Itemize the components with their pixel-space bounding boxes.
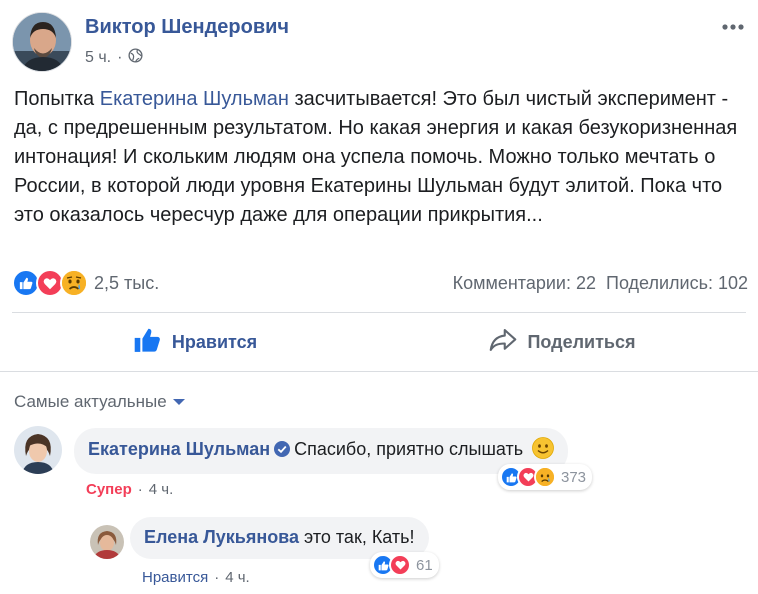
meta-separator: · (117, 49, 123, 66)
like-label: Нравится (171, 331, 258, 352)
comment-text: это так, Кать! (304, 527, 415, 547)
post-text-start: Попытка (14, 88, 100, 110)
like-comment-link[interactable]: Нравится (142, 569, 208, 586)
comment-bubble: Екатерина Шульман Спасибо, приятно слышат… (74, 428, 569, 474)
commenter-name[interactable]: Елена Лукьянова (144, 527, 299, 547)
author-name[interactable]: Виктор Шендерович (85, 16, 289, 39)
comments-section: Самые актуальные Екатерина Шульман Спасиб… (0, 379, 758, 594)
post-text: Попытка Екатерина Шульман засчитывается!… (14, 85, 750, 230)
reaction-count[interactable]: 2,5 тыс. (94, 273, 159, 294)
love-icon (389, 554, 411, 576)
comment-actions: Супер · 4 ч. (86, 481, 173, 498)
comment-time[interactable]: 4 ч. (149, 481, 174, 498)
verified-badge-icon (274, 440, 291, 462)
like-button[interactable]: Нравится (12, 313, 379, 371)
comment-item: Екатерина Шульман Спасибо, приятно слышат… (14, 426, 569, 474)
separator: · (137, 481, 143, 498)
author-avatar[interactable] (12, 12, 72, 72)
share-arrow-icon (489, 328, 527, 357)
comment-time[interactable]: 4 ч. (225, 569, 250, 586)
divider (0, 371, 758, 372)
commenter-avatar[interactable] (14, 426, 62, 474)
globe-icon[interactable] (128, 48, 143, 68)
smile-emoji-icon (532, 437, 555, 464)
post-time[interactable]: 5 ч. (85, 49, 111, 67)
commenter-avatar[interactable] (90, 525, 124, 559)
comment-reaction-count: 373 (561, 468, 587, 486)
post-stats: 2,5 тыс. Комментарии: 22 Поделились: 102 (12, 268, 748, 298)
comment-reaction-count: 61 (416, 556, 433, 574)
sad-icon (60, 269, 88, 297)
commenter-name[interactable]: Екатерина Шульман (88, 439, 270, 459)
comment-reactions[interactable]: 373 (498, 464, 593, 490)
share-button[interactable]: Поделиться (379, 313, 746, 371)
caret-down-icon (172, 399, 185, 405)
engagement-counts: Комментарии: 22 Поделились: 102 (453, 273, 748, 294)
comment-actions: Нравится · 4 ч. (142, 569, 250, 586)
action-bar: Нравится Поделиться (12, 313, 746, 371)
sad-icon (534, 466, 556, 488)
comments-count[interactable]: Комментарии: 22 (453, 273, 596, 294)
mention-link[interactable]: Екатерина Шульман (100, 88, 289, 110)
sort-label: Самые актуальные (14, 392, 167, 411)
comment-reactions[interactable]: 61 (370, 552, 439, 578)
shares-count[interactable]: Поделились: 102 (606, 273, 748, 294)
thumbs-up-icon (134, 327, 172, 358)
post-header: Виктор Шендерович 5 ч. · (12, 12, 289, 72)
share-label: Поделиться (527, 331, 636, 352)
more-options-icon[interactable] (718, 12, 748, 42)
comment-sort-dropdown[interactable]: Самые актуальные (14, 392, 185, 412)
post-meta: 5 ч. · (85, 48, 289, 68)
separator: · (214, 569, 220, 586)
reaction-label[interactable]: Супер (86, 481, 132, 498)
reaction-summary[interactable]: 2,5 тыс. (12, 269, 159, 297)
comment-text: Спасибо, приятно слышать (294, 439, 524, 459)
